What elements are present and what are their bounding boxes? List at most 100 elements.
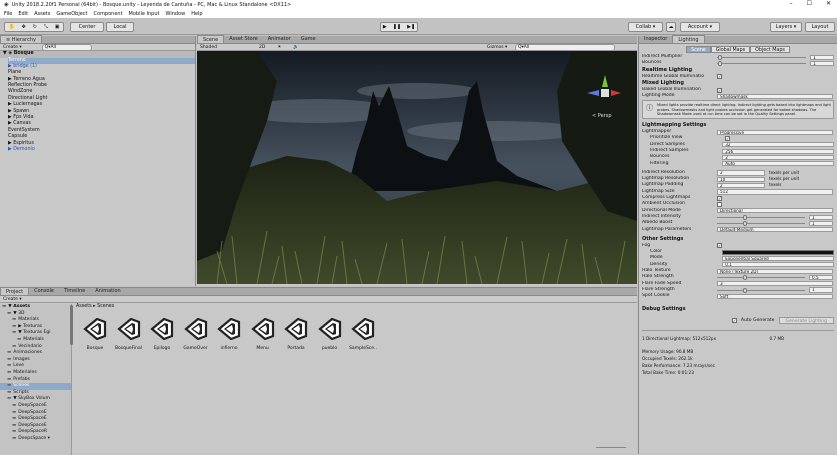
slider-value-field[interactable]: 0.5 xyxy=(809,274,833,281)
color-swatch[interactable] xyxy=(722,249,834,255)
tab-hierarchy[interactable]: ≡ Hierarchy xyxy=(0,35,42,43)
subtab-global-maps[interactable]: Global Maps xyxy=(710,45,751,53)
dropdown[interactable]: 512 xyxy=(717,189,833,195)
transform-tools[interactable]: ✋ ✥ ↻ ⤡ ▣ xyxy=(4,22,64,32)
lightmapping-header[interactable]: Lightmapping Settings xyxy=(642,122,834,129)
lighting-toggle-icon[interactable]: ☀ xyxy=(277,45,281,50)
slider-value-field[interactable]: 1 xyxy=(809,287,833,293)
close-button[interactable]: ✕ xyxy=(826,0,831,7)
generate-lighting-button[interactable]: Generate Lighting xyxy=(778,316,834,324)
slider[interactable] xyxy=(716,60,807,66)
scene-asset[interactable]: Bosque xyxy=(78,317,112,351)
tab-animation[interactable]: Animation xyxy=(90,287,126,295)
folder-item[interactable]: ▬ DeepSpaceE xyxy=(0,403,71,410)
collab-button[interactable]: Collab ▾ xyxy=(628,22,663,32)
tab-console[interactable]: Console xyxy=(29,287,59,295)
account-dropdown[interactable]: Account ▾ xyxy=(680,22,720,32)
tab-scene[interactable]: Scene xyxy=(197,35,225,43)
layers-dropdown[interactable]: Layers ▾ xyxy=(770,22,802,32)
toggle-2d-button[interactable]: 2D xyxy=(259,45,265,50)
tab-inspector[interactable]: Inspector xyxy=(639,35,672,43)
scene-asset[interactable]: SampleSce.. xyxy=(346,317,380,351)
auto-generate-checkbox[interactable]: ✓ xyxy=(731,317,737,323)
folder-item[interactable]: ▬ DeepsSpace ▾ xyxy=(0,436,71,443)
value-field[interactable]: 2 xyxy=(717,170,765,176)
dropdown[interactable]: Soft xyxy=(717,293,833,299)
rotate-tool-icon[interactable]: ↻ xyxy=(33,24,37,30)
cloud-icon[interactable]: ☁ xyxy=(666,22,676,32)
pivot-center-button[interactable]: Center xyxy=(70,22,104,32)
menu-component[interactable]: Component xyxy=(94,11,123,17)
slider[interactable] xyxy=(717,274,805,280)
slider[interactable] xyxy=(717,287,805,293)
value-field[interactable]: 32 xyxy=(722,142,834,148)
folder-item[interactable]: ▬ Scenes xyxy=(0,383,71,390)
scene-asset[interactable]: infierno xyxy=(212,317,246,351)
project-tree-scrollbar[interactable] xyxy=(70,305,73,345)
scale-tool-icon[interactable]: ⤡ xyxy=(44,24,48,30)
hierarchy-item[interactable]: ▶ Demonio xyxy=(8,147,195,153)
slider[interactable] xyxy=(716,54,807,60)
shading-mode-dropdown[interactable]: Shaded xyxy=(200,45,217,50)
dropdown[interactable]: Exponential Squared xyxy=(722,255,834,262)
folder-item[interactable]: ▬ ▼ Texturas Egi xyxy=(0,330,71,337)
checkbox[interactable]: ✓ xyxy=(717,243,722,249)
scene-viewport[interactable]: < Persp xyxy=(197,51,637,284)
menu-file[interactable]: File xyxy=(4,11,12,17)
value-field[interactable]: 3 xyxy=(717,281,833,287)
rect-tool-icon[interactable]: ▣ xyxy=(55,24,60,30)
minimize-button[interactable]: – xyxy=(790,0,793,7)
menu-window[interactable]: Window xyxy=(165,11,185,17)
value-field[interactable]: 0.1 xyxy=(722,262,834,268)
tab-game[interactable]: Game xyxy=(296,35,321,43)
hierarchy-create-button[interactable]: Create ▾ xyxy=(3,45,22,50)
slider-value-field[interactable]: 1 xyxy=(810,54,834,60)
subtab-object-maps[interactable]: Object Maps xyxy=(750,45,790,53)
audio-toggle-icon[interactable]: 🔈 xyxy=(293,45,299,50)
hierarchy-search-input[interactable]: Q▾All xyxy=(41,43,92,51)
scene-asset[interactable]: Portada xyxy=(279,317,313,351)
menu-assets[interactable]: Assets xyxy=(34,11,50,17)
realtime-lighting-header[interactable]: Realtime Lighting xyxy=(642,67,834,74)
slider-value-field[interactable]: 1 xyxy=(809,214,833,220)
debug-settings-header[interactable]: Debug Settings xyxy=(642,306,834,313)
menu-edit[interactable]: Edit xyxy=(18,11,28,17)
play-button[interactable]: ▶ xyxy=(383,24,387,30)
dropdown[interactable]: Progressive xyxy=(717,129,833,135)
checkbox[interactable] xyxy=(717,202,722,207)
checkbox[interactable]: ✓ xyxy=(717,195,722,201)
checkbox[interactable]: ✓ xyxy=(725,136,730,142)
menu-help[interactable]: Help xyxy=(191,11,202,17)
tab-timeline[interactable]: Timeline xyxy=(59,287,90,295)
lighting-mode-dropdown[interactable]: Shadowmask xyxy=(717,93,833,99)
slider[interactable] xyxy=(717,220,805,226)
scene-asset[interactable]: BosqueFinal xyxy=(112,317,146,351)
value-field[interactable]: 256 xyxy=(722,148,834,154)
slider[interactable] xyxy=(717,214,805,220)
scene-asset[interactable]: Menu xyxy=(246,317,280,351)
dropdown[interactable]: Directional xyxy=(717,208,833,214)
subtab-scene[interactable]: Scene xyxy=(686,45,711,53)
checkbox[interactable]: ✓ xyxy=(717,74,722,80)
value-field[interactable]: 2 xyxy=(717,183,765,189)
other-settings-header[interactable]: Other Settings xyxy=(642,236,834,243)
tab-asset-store[interactable]: Asset Store xyxy=(224,35,262,43)
layout-dropdown[interactable]: Layout xyxy=(805,22,835,32)
tab-lighting[interactable]: Lighting xyxy=(672,35,705,43)
pivot-local-button[interactable]: Local xyxy=(106,22,134,32)
folder-item[interactable]: ▬ ▼ SkyBox Volum xyxy=(0,396,71,403)
value-field[interactable]: 10 xyxy=(717,176,765,182)
icon-size-slider[interactable] xyxy=(596,447,626,448)
mixed-lighting-header[interactable]: Mixed Lighting xyxy=(642,80,834,87)
dropdown[interactable]: Default-Medium xyxy=(717,227,833,233)
slider-value-field[interactable]: 1 xyxy=(810,60,834,67)
step-button[interactable]: ▶❚ xyxy=(407,24,415,30)
gizmos-dropdown[interactable]: Gizmos ▾ xyxy=(487,45,507,50)
folder-item[interactable]: ▬ DeepSpaceE xyxy=(0,416,71,423)
pause-button[interactable]: ❚❚ xyxy=(393,24,401,30)
scene-asset[interactable]: Epilogo xyxy=(145,317,179,351)
dropdown[interactable]: Auto xyxy=(722,161,834,167)
scene-search-input[interactable]: Q▾All xyxy=(515,43,615,51)
scene-asset[interactable]: GameOver xyxy=(179,317,213,351)
tab-project[interactable]: Project xyxy=(0,287,30,295)
